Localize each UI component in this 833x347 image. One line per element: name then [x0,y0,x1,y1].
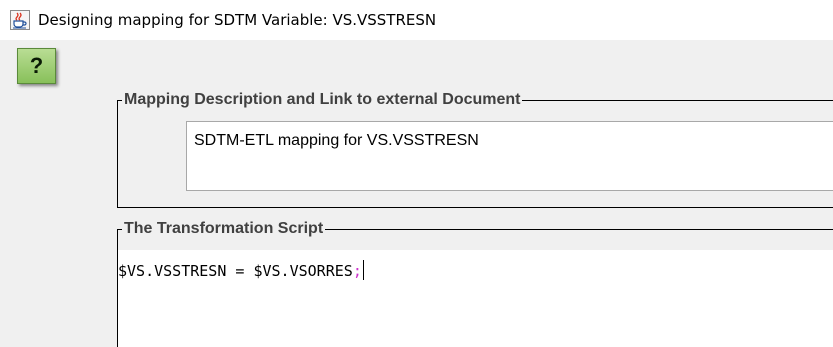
help-button[interactable]: ? [17,48,56,84]
help-question-icon: ? [29,53,44,78]
window-title: Designing mapping for SDTM Variable: VS.… [38,11,437,29]
transformation-script-editor[interactable]: $VS.VSSTRESN = $VS.VSORRES; [118,250,833,347]
script-terminator: ; [352,262,362,280]
transformation-script-group: The Transformation Script $VS.VSSTRESN =… [117,220,833,347]
text-caret [362,260,364,280]
title-bar: Designing mapping for SDTM Variable: VS.… [0,0,833,40]
transformation-script-legend: The Transformation Script [122,220,326,238]
script-code: $VS.VSSTRESN = $VS.VSORRES [118,262,353,280]
mapping-description-legend: Mapping Description and Link to external… [122,91,523,109]
mapping-description-group: Mapping Description and Link to external… [117,91,833,208]
mapping-description-field[interactable]: SDTM-ETL mapping for VS.VSSTRESN [186,121,833,191]
java-cup-icon [10,10,30,30]
mapping-dialog-window: Designing mapping for SDTM Variable: VS.… [0,0,833,347]
